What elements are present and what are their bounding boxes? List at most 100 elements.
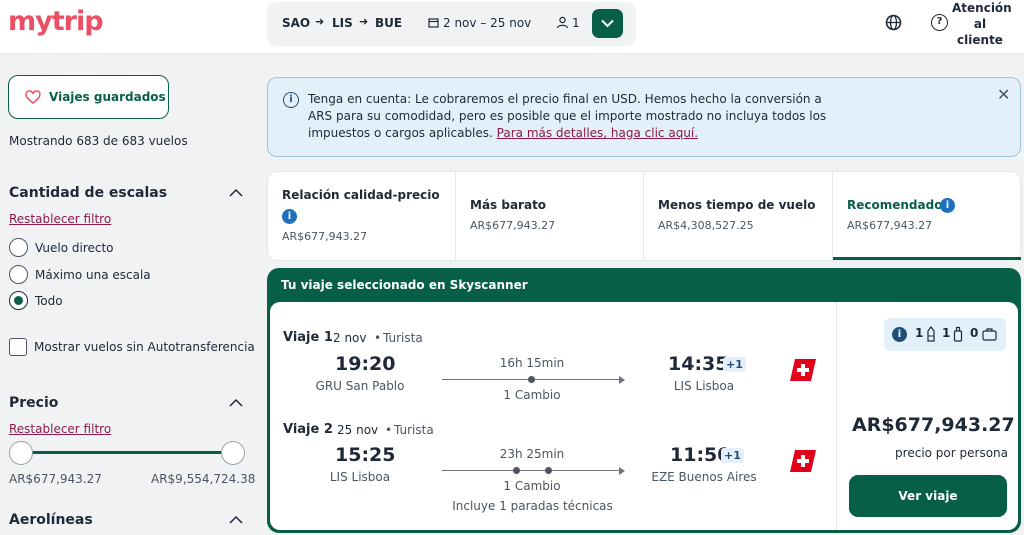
arrow-right-icon: ➜ [315, 15, 325, 28]
personal-item-icon [927, 326, 935, 342]
chevron-up-icon[interactable] [229, 398, 243, 408]
stops-filter-title: Cantidad de escalas [9, 185, 168, 201]
passenger-count: 1 [572, 16, 580, 30]
tab-title: Relación calidad-precio [282, 188, 440, 202]
personal-item-count: 1 [915, 326, 924, 340]
leg-1-duration: 16h 15min [499, 356, 565, 370]
sort-tabs: Relación calidad-precio i AR$677,943.27 … [267, 171, 1021, 261]
tab-price: AR$677,943.27 [282, 230, 368, 243]
expand-search-button[interactable] [592, 9, 623, 38]
self-transfer-label: Mostrar vuelos sin Autotransferencia [34, 340, 255, 354]
leg-1-arr-place: LIS Lisboa [673, 379, 735, 393]
card-body: Viaje 1 2 nov • Turista 19:20 GRU San Pa… [270, 302, 1018, 530]
info-text: Tenga en cuenta: Le cobraremos el precio… [308, 91, 848, 142]
leg-2-duration: 23h 25min [499, 447, 565, 461]
stops-reset-link[interactable]: Restablecer filtro [9, 212, 111, 226]
origin-code: SAO [282, 16, 311, 30]
radio-one-stop[interactable] [9, 265, 28, 284]
option-one-stop-label: Máximo una escala [35, 268, 151, 282]
card-heading: Tu viaje seleccionado en Skyscanner [281, 278, 528, 292]
info-icon[interactable]: i [282, 209, 297, 224]
leg-2-arr-place: EZE Buenos Aires [651, 470, 757, 484]
radio-all[interactable] [9, 291, 28, 310]
leg-2-separator: • [385, 423, 393, 437]
leg-1-separator: • [374, 331, 382, 345]
leg-2-day-offset: +1 [721, 448, 744, 463]
filters-sidebar: Viajes guardados Mostrando 683 de 683 vu… [0, 55, 258, 535]
leg-1-day-offset: +1 [723, 357, 746, 372]
help-icon[interactable]: ? [931, 14, 948, 31]
tab-title: Recomendado [847, 198, 943, 212]
info-icon[interactable]: i [892, 327, 907, 342]
baggage-summary[interactable]: i 1 1 0 [884, 318, 1006, 351]
saved-trips-button[interactable]: Viajes guardados [8, 75, 169, 119]
leg-2-title: Viaje 2 [283, 422, 333, 437]
trip-price: AR$677,943.27 [852, 414, 1015, 436]
chevron-up-icon[interactable] [229, 188, 243, 198]
leg-1-date: 2 nov [333, 331, 367, 345]
tab-title: Menos tiempo de vuelo [658, 198, 816, 212]
info-details-link[interactable]: Para más detalles, haga clic aquí. [497, 126, 698, 140]
checked-bag-icon [982, 328, 997, 341]
price-slider-min-handle[interactable] [9, 441, 33, 465]
tab-cheapest[interactable]: Más barato AR$677,943.27 [456, 172, 644, 260]
price-reset-link[interactable]: Restablecer filtro [9, 422, 111, 436]
price-per-person-label: precio por persona [895, 446, 1008, 460]
radio-direct[interactable] [9, 238, 28, 257]
heart-icon [25, 90, 41, 104]
trip-dates: 2 nov – 25 nov [443, 16, 532, 30]
carry-on-bag-icon [953, 326, 963, 342]
chevron-up-icon[interactable] [229, 515, 243, 525]
person-icon [556, 16, 569, 29]
leg-2-dep-time: 15:25 [335, 444, 396, 466]
tab-price: AR$677,943.27 [847, 219, 933, 232]
airlines-filter-title: Aerolíneas [9, 512, 93, 528]
leg-2-date: 25 nov [337, 423, 379, 437]
stop-code: LIS [332, 16, 353, 30]
carry-on-count: 1 [942, 326, 951, 340]
currency-info-banner: i Tenga en cuenta: Le cobraremos el prec… [267, 77, 1021, 157]
swiss-airline-logo-icon [790, 450, 816, 472]
chevron-down-icon [601, 19, 614, 28]
results-count: Mostrando 683 de 683 vuelos [9, 134, 188, 148]
leg-2-technical-note: Incluye 1 paradas técnicas [452, 499, 613, 513]
leg-1-stops: 1 Cambio [503, 388, 561, 402]
info-icon: i [283, 92, 299, 108]
calendar-icon [428, 18, 439, 28]
price-max-label: AR$9,554,724.38 [151, 472, 256, 486]
saved-trips-label: Viajes guardados [49, 90, 166, 104]
checked-bag-count: 0 [970, 326, 979, 340]
tab-title: Más barato [470, 198, 547, 212]
destination-code: BUE [375, 16, 403, 30]
leg-1-dep-place: GRU San Pablo [315, 379, 405, 393]
info-icon[interactable]: i [940, 198, 955, 213]
close-icon[interactable]: ✕ [997, 85, 1010, 104]
tab-best-value[interactable]: Relación calidad-precio i AR$677,943.27 [268, 172, 456, 260]
tab-fastest[interactable]: Menos tiempo de vuelo AR$4,308,527.25 [644, 172, 833, 260]
view-trip-button[interactable]: Ver viaje [849, 475, 1007, 517]
price-slider-track[interactable] [20, 451, 233, 454]
customer-service-link[interactable]: Atención al cliente [952, 0, 1012, 48]
arrow-right-icon: ➜ [359, 15, 369, 28]
leg-1-cabin: Turista [383, 331, 423, 345]
self-transfer-checkbox[interactable] [9, 338, 27, 356]
tab-recommended[interactable]: Recomendado i AR$677,943.27 [833, 172, 1021, 260]
price-filter-title: Precio [9, 395, 59, 411]
price-min-label: AR$677,943.27 [9, 472, 102, 486]
leg-1-arr-time: 14:35 [668, 353, 729, 375]
tab-price: AR$4,308,527.25 [658, 219, 754, 232]
leg-1-title: Viaje 1 [283, 330, 333, 345]
globe-icon[interactable] [885, 14, 902, 31]
top-header: mytrip SAO ➜ LIS ➜ BUE 2 nov – 25 nov 1 … [0, 0, 1024, 54]
leg-1-stop-dot [528, 376, 535, 383]
leg-2-stops: 1 Cambio [503, 479, 561, 493]
leg-2-route-line [442, 465, 625, 477]
price-slider-max-handle[interactable] [221, 441, 245, 465]
card-divider [836, 302, 837, 530]
mytrip-logo[interactable]: mytrip [8, 6, 104, 37]
leg-1-dep-time: 19:20 [335, 353, 396, 375]
leg-2-cabin: Turista [394, 423, 434, 437]
selected-trip-card[interactable]: Tu viaje seleccionado en Skyscanner Viaj… [267, 268, 1021, 533]
tab-price: AR$677,943.27 [470, 219, 556, 232]
search-summary[interactable]: SAO ➜ LIS ➜ BUE 2 nov – 25 nov 1 [267, 2, 636, 46]
